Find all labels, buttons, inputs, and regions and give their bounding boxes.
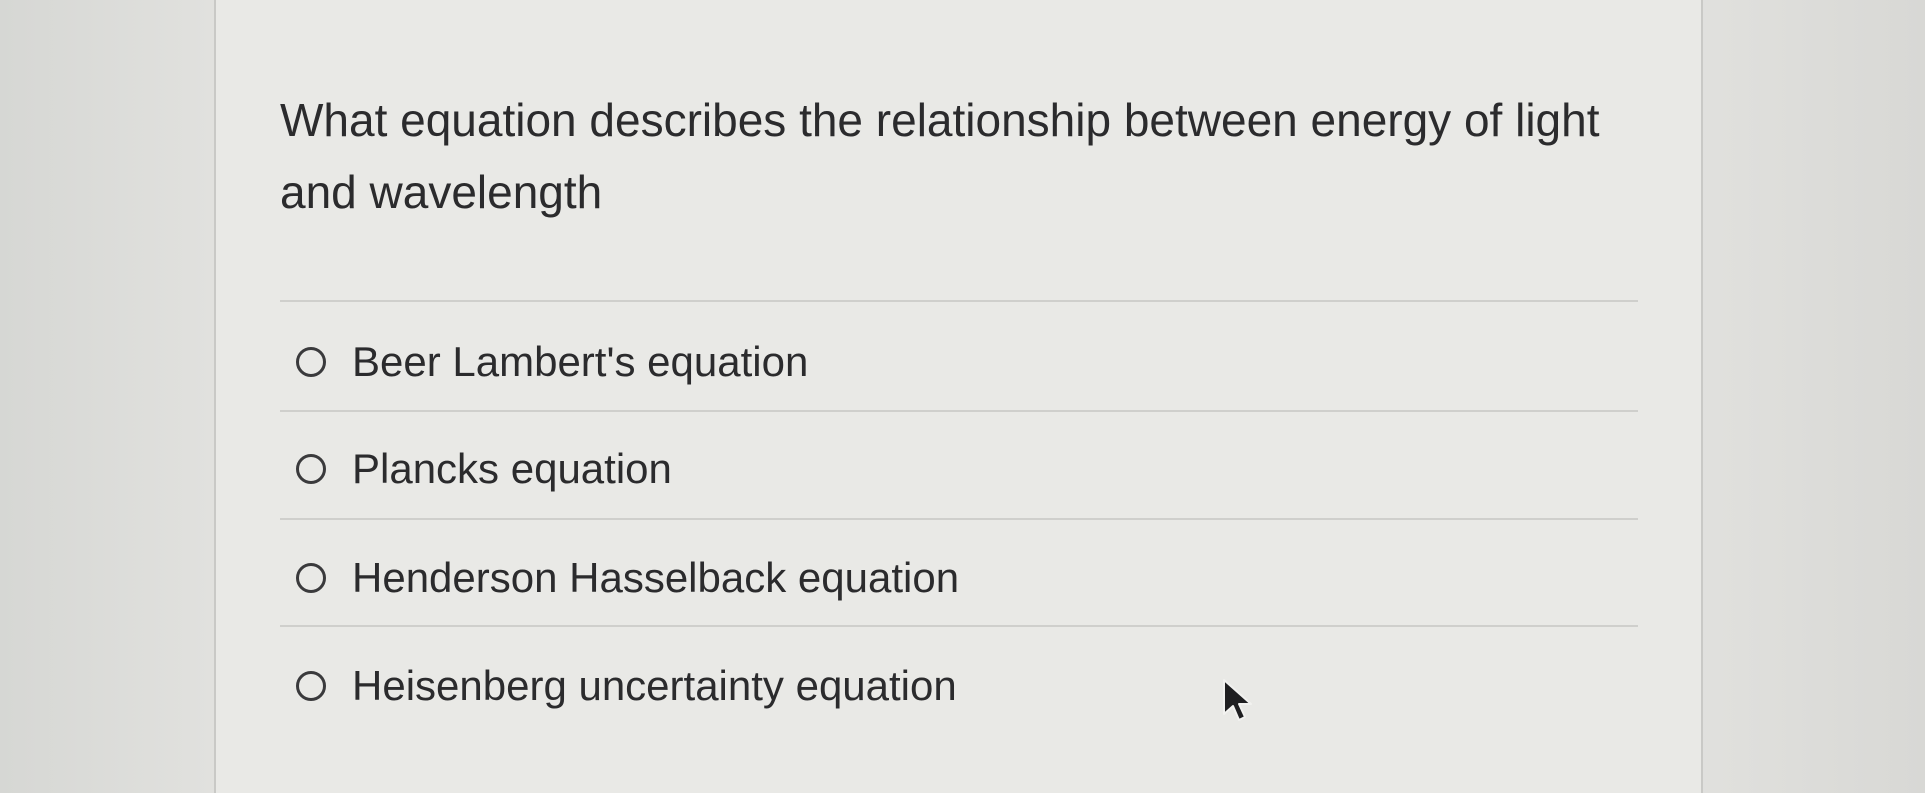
right-panel-border — [1701, 0, 1703, 793]
answer-option-1[interactable]: Beer Lambert's equation — [296, 332, 808, 392]
answer-option-3[interactable]: Henderson Hasselback equation — [296, 548, 959, 608]
question-text: What equation describes the relationship… — [280, 94, 1600, 218]
radio-button-icon[interactable] — [296, 454, 326, 484]
answer-option-2[interactable]: Plancks equation — [296, 439, 672, 499]
answer-option-label[interactable]: Plancks equation — [352, 445, 672, 493]
option-divider — [280, 410, 1638, 412]
radio-button-icon[interactable] — [296, 563, 326, 593]
answer-option-label[interactable]: Henderson Hasselback equation — [352, 554, 959, 602]
screen-background: What equation describes the relationship… — [0, 0, 1925, 793]
radio-button-icon[interactable] — [296, 671, 326, 701]
option-divider — [280, 518, 1638, 520]
question-divider — [280, 300, 1638, 302]
answer-option-4[interactable]: Heisenberg uncertainty equation — [296, 656, 957, 716]
answer-option-label[interactable]: Beer Lambert's equation — [352, 338, 808, 386]
option-divider — [280, 625, 1638, 627]
question-panel: What equation describes the relationship… — [216, 0, 1701, 793]
mouse-pointer-icon — [1223, 679, 1252, 721]
answer-option-label[interactable]: Heisenberg uncertainty equation — [352, 662, 957, 710]
radio-button-icon[interactable] — [296, 347, 326, 377]
